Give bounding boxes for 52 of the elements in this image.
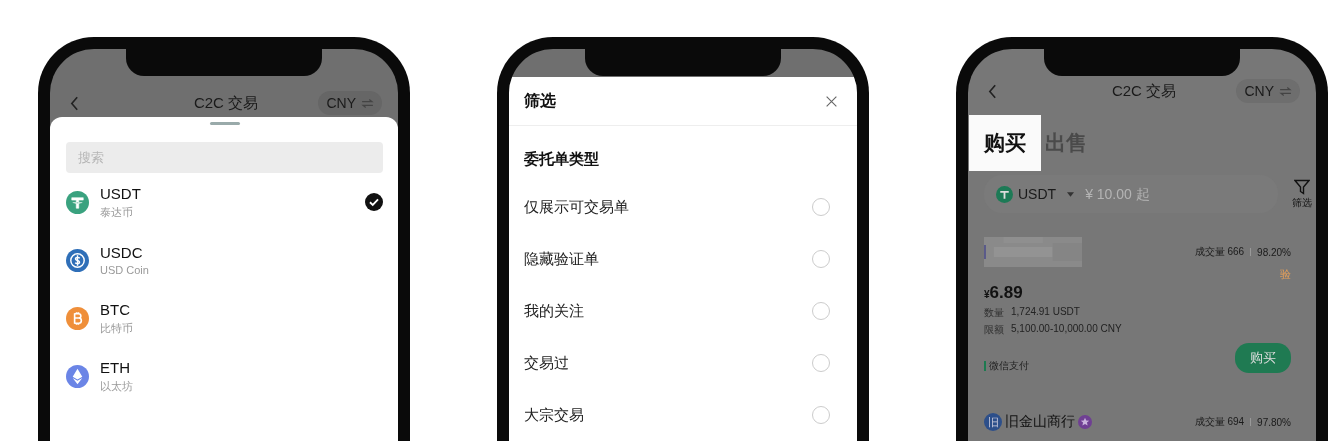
limit-value: 5,100.00-10,000.00 CNY — [1011, 323, 1122, 336]
coin-name: USD Coin — [100, 264, 149, 276]
sheet-handle[interactable] — [209, 122, 240, 125]
coin-name: 泰达币 — [100, 204, 134, 220]
filter-icon[interactable] — [1294, 178, 1311, 195]
coin-symbol: USDC — [100, 244, 144, 261]
tether-icon — [996, 185, 1013, 203]
completion-rate: 97.80% — [1257, 416, 1291, 428]
swap-icon — [361, 98, 374, 108]
verified-label: 验 — [1280, 267, 1291, 282]
coin-symbol: BTC — [100, 300, 131, 318]
coin-symbol: USDT — [100, 184, 141, 202]
completion-rate: 98.20% — [1257, 246, 1291, 258]
limit-label: 限额 — [984, 323, 1004, 337]
swap-icon — [1279, 86, 1292, 96]
filter-option: 隐藏验证单 — [524, 249, 599, 269]
coin-row[interactable]: BTC 比特币 — [66, 289, 383, 347]
price: 6.89 — [989, 283, 1023, 303]
coin-selector[interactable]: USDT — [1018, 186, 1057, 202]
back-icon[interactable] — [70, 95, 79, 111]
trade-tab[interactable]: 购买 — [969, 115, 1041, 171]
filter-option: 交易过 — [524, 353, 569, 373]
coin-name: 以太坊 — [100, 378, 133, 394]
filter-option: 我的关注 — [524, 301, 584, 321]
page-title: C2C 交易 — [193, 93, 259, 113]
currency-button[interactable]: CNY — [318, 91, 382, 115]
currency-sign: ¥ — [984, 289, 990, 300]
merchant-avatar: 旧 — [984, 413, 1002, 431]
amount-field[interactable]: ¥ 10.00 起 — [1085, 186, 1267, 202]
coin-symbol: ETH — [100, 358, 131, 376]
payment-method: 微信支付 — [984, 361, 1029, 371]
coin-row[interactable]: USDT 泰达币 — [66, 173, 383, 231]
coin-name: 比特币 — [100, 320, 133, 336]
filter-option: 仅展示可交易单 — [524, 197, 629, 217]
filter-label[interactable]: 筛选 — [1292, 195, 1313, 210]
trade-volume: 成交量 666 — [1194, 245, 1245, 259]
filter-option: 大宗交易 — [524, 405, 584, 425]
quantity-label: 数量 — [984, 306, 1004, 320]
section-heading: 委托单类型 — [523, 149, 600, 169]
quantity-value: 1,724.91 USDT — [1011, 306, 1080, 319]
coin-row[interactable]: ETH 以太坊 — [66, 347, 383, 405]
coin-row[interactable]: USDC USD Coin — [66, 231, 383, 289]
star-badge-icon — [1078, 415, 1092, 429]
back-icon[interactable] — [988, 83, 997, 99]
buy-button[interactable]: 购买 — [1235, 343, 1291, 373]
merchant-name: 旧金山商行 — [1005, 413, 1075, 431]
currency-button[interactable]: CNY — [1236, 79, 1300, 103]
close-icon[interactable] — [825, 94, 838, 108]
page-title: C2C 交易 — [1111, 81, 1177, 101]
trade-volume: 成交量 694 — [1194, 415, 1245, 429]
caret-icon — [1067, 191, 1075, 197]
sheet-title: 筛选 — [524, 90, 556, 111]
